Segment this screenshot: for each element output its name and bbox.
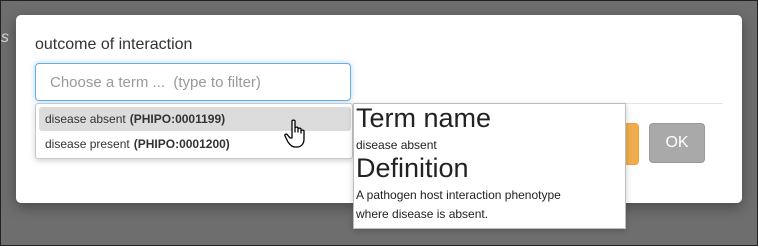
suggestion-name: disease absent — [45, 112, 126, 126]
background-text: s — [1, 29, 9, 46]
hand-pointer-icon — [284, 119, 305, 148]
suggestion-term-id: (PHIPO:0001200) — [133, 137, 230, 151]
term-details-popover: Term name disease absent Definition A pa… — [353, 103, 626, 229]
suggestion-name: disease present — [45, 137, 130, 151]
field-label: outcome of interaction — [35, 36, 193, 53]
definition-text-line: where disease is absent. — [356, 207, 489, 221]
term-search-input[interactable] — [35, 63, 351, 101]
ok-button[interactable]: OK — [649, 123, 705, 163]
term-name-heading: Term name — [356, 103, 492, 133]
suggestion-term-id: (PHIPO:0001199) — [129, 112, 226, 126]
screenshot-frame: s outcome of interaction OK disease abse… — [0, 0, 758, 246]
definition-text-line: A pathogen host interaction phenotype — [356, 188, 561, 202]
definition-heading: Definition — [356, 153, 469, 183]
